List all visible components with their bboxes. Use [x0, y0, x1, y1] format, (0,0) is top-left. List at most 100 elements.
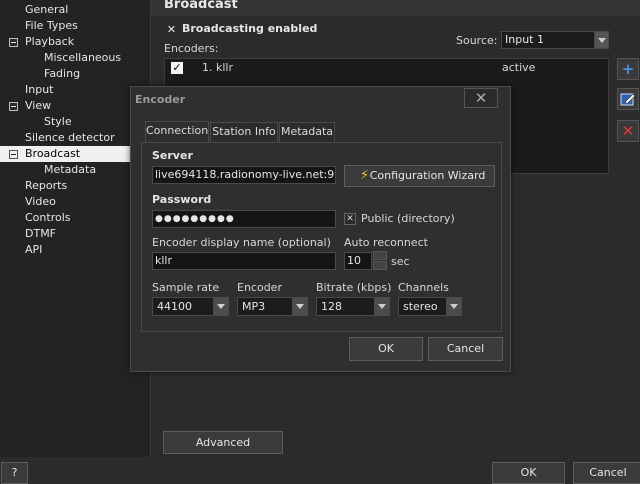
- encoder-type-label: Encoder: [237, 281, 282, 294]
- delete-icon: ✕: [621, 122, 635, 140]
- encoders-label: Encoders:: [164, 42, 219, 55]
- tree-item-label: Miscellaneous: [44, 51, 122, 64]
- encoder-name: 1. kllr: [202, 61, 233, 74]
- tree-item-playback[interactable]: Playback: [0, 34, 150, 50]
- chevron-down-icon: [292, 298, 307, 315]
- close-icon: ✕: [474, 89, 488, 107]
- tree-item-label: DTMF: [25, 227, 57, 240]
- source-value: Input 1: [505, 33, 544, 46]
- cancel-button[interactable]: Cancel: [573, 462, 640, 484]
- tree-item-reports[interactable]: Reports: [25, 178, 67, 194]
- tab-connection[interactable]: Connection: [145, 121, 209, 143]
- tab-label: Connection: [146, 124, 209, 137]
- auto-reconnect-input[interactable]: 10: [344, 252, 372, 270]
- auto-reconnect-label: Auto reconnect: [344, 236, 428, 249]
- sample-rate-label: Sample rate: [152, 281, 220, 294]
- dialog-ok-label: OK: [378, 342, 394, 355]
- close-button[interactable]: ✕: [464, 88, 498, 108]
- ok-label: OK: [520, 466, 537, 479]
- tree-item-label: Playback: [25, 35, 75, 48]
- chevron-down-icon: [446, 298, 461, 315]
- settings-tree: General File Types Playback Miscellaneou…: [0, 0, 151, 457]
- wizard-icon: ⚡: [360, 168, 370, 183]
- dialog-ok-button[interactable]: OK: [349, 337, 423, 361]
- collapse-icon[interactable]: [9, 150, 18, 159]
- configuration-wizard-button[interactable]: ⚡ Configuration Wizard: [344, 165, 495, 187]
- bitrate-value: 128: [321, 300, 342, 313]
- tree-item-file-types[interactable]: File Types: [25, 18, 78, 34]
- tree-item-label: View: [25, 99, 52, 112]
- source-select[interactable]: Input 1: [501, 31, 609, 49]
- sample-rate-value: 44100: [157, 300, 192, 313]
- advanced-label: Advanced: [195, 436, 251, 449]
- sample-rate-select[interactable]: 44100: [152, 297, 229, 316]
- add-encoder-button[interactable]: +: [617, 58, 639, 80]
- tree-item-label: Video: [25, 195, 56, 208]
- bitrate-select[interactable]: 128: [316, 297, 390, 316]
- tree-item-metadata[interactable]: Metadata: [44, 162, 96, 178]
- tree-item-label: Broadcast: [25, 147, 81, 160]
- tab-label: Metadata: [280, 125, 334, 138]
- collapse-icon[interactable]: [9, 38, 18, 47]
- tab-label: Station Info: [212, 125, 276, 138]
- help-button[interactable]: ?: [1, 462, 28, 484]
- advanced-button[interactable]: Advanced: [163, 431, 283, 454]
- server-label: Server: [152, 149, 193, 162]
- chevron-down-icon: [594, 32, 608, 48]
- edit-icon: [620, 93, 636, 106]
- auto-reconnect-unit: sec: [391, 255, 410, 268]
- tree-item-view[interactable]: View: [0, 98, 150, 114]
- tree-item-broadcast[interactable]: Broadcast: [0, 146, 150, 162]
- collapse-icon[interactable]: [9, 102, 18, 111]
- wizard-label: Configuration Wizard: [369, 169, 486, 182]
- display-name-input[interactable]: kllr: [152, 252, 336, 270]
- tree-item-label: Controls: [25, 211, 71, 224]
- tree-item-general[interactable]: General: [25, 2, 68, 18]
- dialog-title: Encoder: [135, 93, 186, 106]
- tree-item-dtmf[interactable]: DTMF: [25, 226, 56, 242]
- public-checkbox[interactable]: ✕: [344, 213, 356, 225]
- help-label: ?: [11, 466, 18, 479]
- display-name-label: Encoder display name (optional): [152, 236, 331, 249]
- channels-label: Channels: [398, 281, 449, 294]
- tree-item-label: API: [25, 243, 43, 256]
- broadcasting-enabled-checkbox[interactable]: ✕: [166, 24, 177, 35]
- tree-item-label: Metadata: [44, 163, 97, 176]
- tree-item-label: General: [25, 3, 69, 16]
- tab-station-info[interactable]: Station Info: [210, 122, 278, 142]
- tree-item-api[interactable]: API: [25, 242, 42, 258]
- password-label: Password: [152, 193, 212, 206]
- delete-encoder-button[interactable]: ✕: [617, 120, 639, 142]
- tree-item-input[interactable]: Input: [25, 82, 53, 98]
- source-label: Source:: [456, 34, 498, 47]
- ok-button[interactable]: OK: [492, 462, 565, 484]
- tree-item-controls[interactable]: Controls: [25, 210, 71, 226]
- encoder-checkbox[interactable]: ✓: [171, 62, 183, 74]
- tree-item-miscellaneous[interactable]: Miscellaneous: [44, 50, 121, 66]
- bitrate-label: Bitrate (kbps): [316, 281, 392, 294]
- tree-item-label: Fading: [44, 67, 81, 80]
- channels-select[interactable]: stereo: [398, 297, 462, 316]
- tree-item-label: Reports: [25, 179, 68, 192]
- encoder-status: active: [502, 61, 536, 74]
- tree-item-silence-detector[interactable]: Silence detector: [25, 130, 115, 146]
- cancel-label: Cancel: [589, 466, 627, 479]
- broadcasting-enabled-label: Broadcasting enabled: [182, 22, 318, 35]
- tree-item-fading[interactable]: Fading: [44, 66, 80, 82]
- encoder-type-select[interactable]: MP3: [237, 297, 308, 316]
- dialog-cancel-button[interactable]: Cancel: [428, 337, 503, 361]
- channels-value: stereo: [403, 300, 438, 313]
- edit-encoder-button[interactable]: [617, 88, 639, 110]
- tree-item-label: Input: [25, 83, 54, 96]
- server-input[interactable]: live694118.radionomy-live.net:9250: [152, 166, 336, 184]
- tab-metadata[interactable]: Metadata: [279, 122, 335, 142]
- dialog-cancel-label: Cancel: [446, 342, 485, 355]
- list-item[interactable]: ✓ 1. kllr active: [165, 59, 608, 77]
- tree-item-video[interactable]: Video: [25, 194, 56, 210]
- spin-up-button[interactable]: [373, 251, 387, 260]
- password-input[interactable]: ●●●●●●●●●: [152, 210, 336, 228]
- spin-down-button[interactable]: [373, 261, 387, 270]
- tree-item-style[interactable]: Style: [44, 114, 72, 130]
- chevron-down-icon: [213, 298, 228, 315]
- public-label: Public (directory): [361, 212, 455, 225]
